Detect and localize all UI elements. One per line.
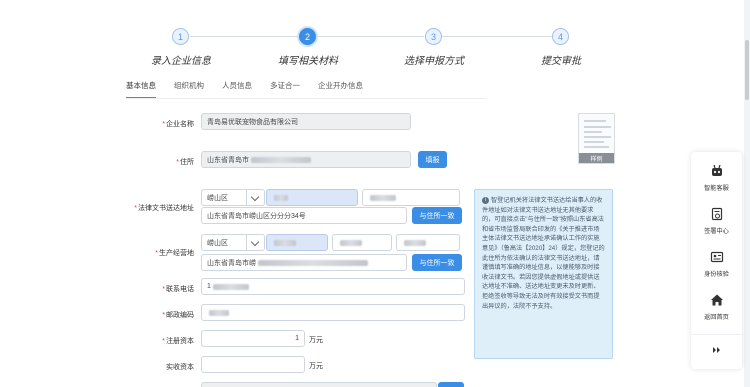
fill-address-button[interactable]: 填报: [418, 151, 447, 168]
legal-detail-field[interactable]: 山东省青岛市崂山区分分分34号: [201, 207, 407, 224]
sample-thumbnail[interactable]: 样例: [578, 113, 615, 164]
step-connector: [190, 36, 298, 37]
sidebar-label: 身份核验: [704, 271, 729, 278]
tab-startup-info[interactable]: 企业开办信息: [318, 80, 363, 98]
same-as-address-button[interactable]: 与住所一致: [412, 207, 462, 224]
collapse-sidebar-button[interactable]: [691, 334, 742, 364]
redacted-text: [274, 194, 288, 201]
phone-field[interactable]: 1: [201, 278, 465, 295]
redacted-text: [209, 309, 229, 316]
address-value: 山东省青岛市: [207, 156, 249, 164]
paid-capital-unit: 万元: [309, 363, 323, 370]
redacted-text: [274, 239, 296, 246]
next-row-button[interactable]: [438, 382, 464, 387]
business-district-select[interactable]: 崂山区: [201, 234, 265, 251]
redacted-text: [404, 239, 426, 246]
step-3-circle: 3: [425, 28, 442, 45]
info-icon: i: [482, 196, 489, 204]
phone-value: 1: [207, 283, 211, 290]
step-3-label: 选择申报方式: [404, 56, 464, 67]
step-4-circle: 4: [552, 28, 569, 45]
legal-community-select[interactable]: [362, 189, 460, 206]
redacted-text: [212, 283, 249, 290]
redacted-text: [258, 259, 368, 266]
sidebar-item-smart-service[interactable]: 智能客服: [691, 158, 742, 200]
step-1-label: 录入企业信息: [151, 56, 211, 67]
robot-icon: [711, 164, 722, 176]
redacted-text: [370, 194, 396, 201]
business-detail-field[interactable]: 山东省青岛市崂: [201, 254, 407, 271]
home-icon: [710, 294, 723, 306]
sidebar-label: 签署中心: [704, 228, 729, 235]
business-street-select[interactable]: [266, 234, 328, 251]
legal-district-value: 崂山区: [207, 194, 228, 202]
legal-district-select[interactable]: 崂山区: [201, 189, 265, 206]
next-row-field[interactable]: [201, 382, 437, 387]
step-connector: [318, 36, 424, 37]
double-chevron-right-icon: [712, 346, 720, 353]
step-2-circle: 2: [299, 28, 316, 45]
sample-label: 样例: [579, 153, 614, 163]
phone-label: *联系电话: [162, 286, 194, 293]
legal-address-label: *法律文书送达地址: [134, 205, 194, 212]
business-district-value: 崂山区: [207, 239, 228, 247]
redacted-text: [251, 156, 311, 163]
id-card-icon: [710, 251, 723, 263]
registered-capital-field[interactable]: 1: [201, 330, 305, 347]
company-name-label: *企业名称: [162, 121, 194, 128]
legal-address-notice: i 智登记机关将法律文书送达给当事人的收件地址如对法律文书送达地址无其他要求的，可…: [474, 189, 613, 359]
chevron-down-icon: [250, 192, 260, 202]
step-2-label: 填写相关材料: [278, 56, 338, 67]
paid-capital-label: 实收资本: [166, 364, 194, 371]
sidebar-item-home[interactable]: 返回首页: [691, 287, 742, 329]
select-divider: [246, 234, 247, 251]
sidebar-label: 智能客服: [704, 185, 729, 192]
postcode-label: *邮政编码: [162, 312, 194, 319]
same-as-address-button-2[interactable]: 与住所一致: [412, 254, 462, 271]
registered-capital-unit: 万元: [309, 337, 323, 344]
service-sidebar: 智能客服 签署中心 身份核验 返回首页: [691, 152, 742, 369]
business-place-label: *生产经营地: [155, 250, 194, 257]
legal-street-select[interactable]: [266, 189, 358, 206]
redacted-text: [340, 239, 362, 246]
business-detail-value: 山东省青岛市崂: [207, 259, 256, 267]
postcode-field[interactable]: [201, 304, 465, 321]
form-tabs: 基本信息 组织机构 人员信息 多证合一 企业开办信息: [126, 80, 381, 98]
sidebar-label: 返回首页: [704, 314, 729, 321]
step-progress: 1 2 3 4 录入企业信息 填写相关材料 选择申报方式 提交审批: [0, 0, 690, 70]
tab-organization[interactable]: 组织机构: [174, 80, 204, 98]
sidebar-item-sign-center[interactable]: 签署中心: [691, 201, 742, 243]
address-field[interactable]: 山东省青岛市: [201, 151, 411, 168]
notice-text: 智登记机关将法律文书送达给当事人的收件地址如对法律文书送达地址无其他要求的，可直…: [482, 197, 605, 310]
business-extra-select[interactable]: [396, 234, 460, 251]
tab-multi-cert[interactable]: 多证合一: [270, 80, 300, 98]
registered-capital-label: *注册资本: [162, 338, 194, 345]
address-label: *住所: [176, 159, 194, 166]
tabs-divider: [126, 98, 486, 99]
step-4-label: 提交审批: [541, 56, 581, 67]
company-name-field[interactable]: 青岛易优联宠物食品有限公司: [201, 113, 411, 130]
tab-personnel[interactable]: 人员信息: [222, 80, 252, 98]
step-1-circle: 1: [172, 28, 189, 45]
step-connector: [442, 36, 552, 37]
business-community-select[interactable]: [332, 234, 392, 251]
chevron-down-icon: [250, 237, 260, 247]
paid-capital-field[interactable]: [201, 356, 305, 373]
select-divider: [246, 189, 247, 206]
sidebar-item-identity[interactable]: 身份核验: [691, 244, 742, 286]
scrollbar-thumb[interactable]: [745, 40, 749, 100]
tab-basic-info[interactable]: 基本信息: [126, 80, 156, 98]
sign-icon: [711, 207, 722, 221]
